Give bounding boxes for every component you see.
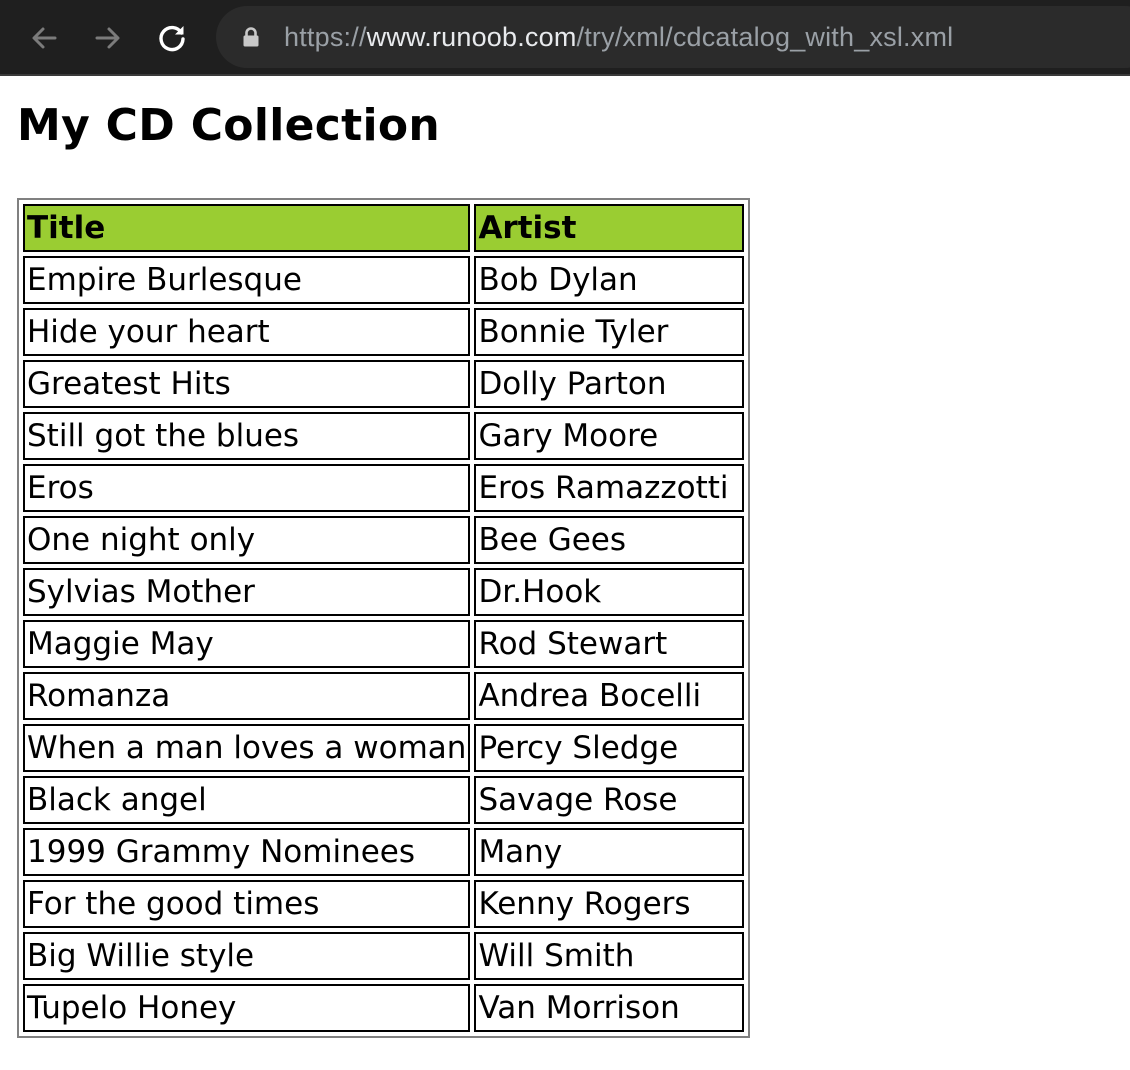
cd-title-cell: Hide your heart [23, 308, 471, 356]
cd-artist-cell: Kenny Rogers [474, 880, 745, 928]
cd-title-cell: Maggie May [23, 620, 471, 668]
cd-artist-cell: Eros Ramazzotti [474, 464, 745, 512]
arrow-left-icon [32, 27, 57, 49]
url-host: www.runoob.com [366, 22, 577, 52]
table-header-row: Title Artist [23, 204, 745, 252]
cd-artist-cell: Dr.Hook [474, 568, 745, 616]
cd-artist-cell: Many [474, 828, 745, 876]
arrow-right-icon [95, 27, 120, 49]
cd-artist-cell: Rod Stewart [474, 620, 745, 668]
table-row: When a man loves a woman Percy Sledge [23, 724, 745, 772]
column-header-artist: Artist [474, 204, 745, 252]
table-row: Hide your heart Bonnie Tyler [23, 308, 745, 356]
cd-artist-cell: Bob Dylan [474, 256, 745, 304]
cd-title-cell: When a man loves a woman [23, 724, 471, 772]
cd-artist-cell: Will Smith [474, 932, 745, 980]
cd-title-cell: Greatest Hits [23, 360, 471, 408]
cd-title-cell: One night only [23, 516, 471, 564]
table-row: Big Willie style Will Smith [23, 932, 745, 980]
table-row: Tupelo Honey Van Morrison [23, 984, 745, 1032]
url-text[interactable]: https://www.runoob.com/try/xml/cdcatalog… [284, 6, 953, 68]
table-row: 1999 Grammy Nominees Many [23, 828, 745, 876]
cd-artist-cell: Percy Sledge [474, 724, 745, 772]
cd-title-cell: Still got the blues [23, 412, 471, 460]
cd-artist-cell: Van Morrison [474, 984, 745, 1032]
cd-artist-cell: Gary Moore [474, 412, 745, 460]
forward-button[interactable] [88, 18, 128, 58]
cd-collection-table: Title Artist Empire Burlesque Bob Dylan … [17, 198, 751, 1038]
cd-title-cell: For the good times [23, 880, 471, 928]
cd-title-cell: Romanza [23, 672, 471, 720]
column-header-title: Title [23, 204, 471, 252]
cd-title-cell: Big Willie style [23, 932, 471, 980]
reload-icon [159, 25, 185, 52]
page-title: My CD Collection [17, 100, 440, 151]
url-path: /try/xml/cdcatalog_with_xsl.xml [576, 22, 954, 52]
table-row: Romanza Andrea Bocelli [23, 672, 745, 720]
back-button[interactable] [24, 18, 64, 58]
table-row: Sylvias Mother Dr.Hook [23, 568, 745, 616]
lock-icon [243, 27, 259, 47]
cd-title-cell: Tupelo Honey [23, 984, 471, 1032]
cd-artist-cell: Bee Gees [474, 516, 745, 564]
table-row: Greatest Hits Dolly Parton [23, 360, 745, 408]
table-row: Empire Burlesque Bob Dylan [23, 256, 745, 304]
url-scheme: https:// [284, 22, 367, 52]
table-row: Eros Eros Ramazzotti [23, 464, 745, 512]
table-row: Maggie May Rod Stewart [23, 620, 745, 668]
cd-title-cell: Empire Burlesque [23, 256, 471, 304]
cd-title-cell: Black angel [23, 776, 471, 824]
table-row: Still got the blues Gary Moore [23, 412, 745, 460]
reload-button[interactable] [152, 18, 192, 58]
cd-title-cell: Sylvias Mother [23, 568, 471, 616]
table-row: For the good times Kenny Rogers [23, 880, 745, 928]
cd-artist-cell: Savage Rose [474, 776, 745, 824]
table-row: One night only Bee Gees [23, 516, 745, 564]
cd-artist-cell: Dolly Parton [474, 360, 745, 408]
cd-title-cell: 1999 Grammy Nominees [23, 828, 471, 876]
address-bar[interactable]: https://www.runoob.com/try/xml/cdcatalog… [216, 6, 1130, 68]
cd-artist-cell: Andrea Bocelli [474, 672, 745, 720]
browser-toolbar: https://www.runoob.com/try/xml/cdcatalog… [0, 0, 1130, 76]
cd-title-cell: Eros [23, 464, 471, 512]
cd-artist-cell: Bonnie Tyler [474, 308, 745, 356]
table-row: Black angel Savage Rose [23, 776, 745, 824]
